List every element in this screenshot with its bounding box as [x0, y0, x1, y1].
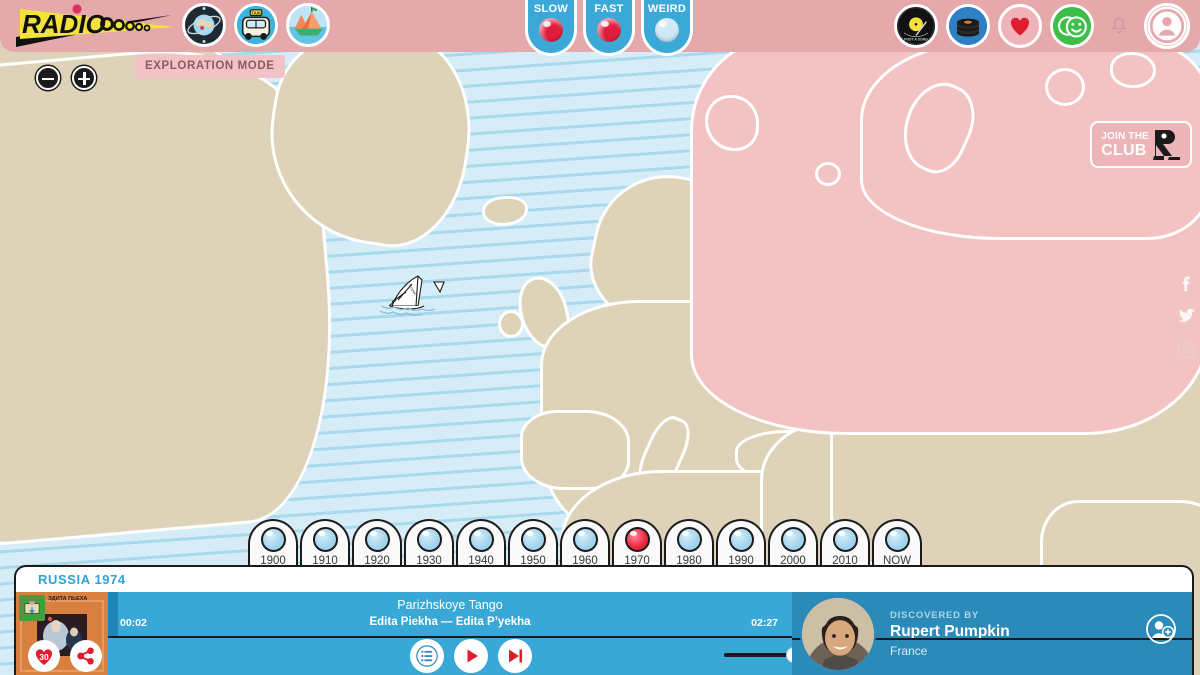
- join-the-club-button[interactable]: JOIN THE CLUB: [1090, 121, 1192, 168]
- like-button[interactable]: 30: [28, 640, 60, 672]
- landmass-svalbard: [705, 95, 759, 151]
- player-body: ЭДИТА ПЬЕХА Parizhskoye Tango Edita Piek…: [16, 592, 1192, 675]
- speed-tab-slow-light: [539, 18, 563, 42]
- records-stack-icon[interactable]: [946, 4, 990, 48]
- like-count: 30: [39, 652, 49, 662]
- nav-icon-group: TAXI: [182, 3, 330, 47]
- bell-icon[interactable]: [1102, 6, 1136, 46]
- speed-tab-fast-label: FAST: [594, 3, 624, 15]
- speed-tab-slow-label: SLOW: [533, 3, 569, 15]
- landmass-arctic-island-2: [1045, 68, 1085, 106]
- time-total: 02:27: [751, 617, 778, 629]
- landmass-arctic-island-1: [815, 162, 841, 186]
- track-artist: Edita Piekha — Edita P’yekha: [369, 616, 531, 628]
- landmass-iceland: [482, 196, 528, 226]
- timeline-dot: [728, 527, 754, 552]
- timeline-dot: [312, 527, 338, 552]
- social-rail: [1176, 272, 1196, 360]
- discovered-by-label: DISCOVERED BY: [890, 609, 980, 621]
- timeline-dot-active: [624, 527, 650, 552]
- discovered-by-panel: DISCOVERED BY Rupert Pumpkin France: [792, 592, 1192, 675]
- svg-text:ЭДИТА ПЬЕХА: ЭДИТА ПЬЕХА: [48, 596, 87, 602]
- add-friend-button[interactable]: [1146, 614, 1176, 644]
- zoom-in-icon[interactable]: [72, 66, 96, 90]
- join-club-line2: CLUB: [1101, 141, 1147, 159]
- user-avatar-icon[interactable]: [1144, 3, 1190, 49]
- top-bar-actions: POST A SONG: [894, 3, 1190, 49]
- facebook-icon[interactable]: [1176, 272, 1196, 292]
- taxi-icon[interactable]: TAXI: [234, 3, 278, 47]
- speed-tab-group: SLOW FAST WEIRD: [525, 0, 693, 56]
- svg-text:TAXI: TAXI: [251, 11, 260, 16]
- radio-logo[interactable]: RADIO: [14, 3, 174, 49]
- speed-tab-slow[interactable]: SLOW: [525, 0, 577, 56]
- like-share-group: 30: [28, 640, 102, 672]
- timeline-dot: [520, 527, 546, 552]
- heart-icon[interactable]: [998, 4, 1042, 48]
- discovered-by-text: DISCOVERED BY Rupert Pumpkin France: [890, 610, 1010, 658]
- speed-tab-weird-label: WEIRD: [647, 3, 687, 15]
- map-zoom-controls: [36, 66, 96, 90]
- timeline-dot: [676, 527, 702, 552]
- progress-bar[interactable]: Parizhskoye Tango Edita Piekha — Edita P…: [108, 592, 792, 638]
- time-elapsed: 00:02: [120, 617, 147, 629]
- join-club-line1: JOIN THE: [1101, 130, 1149, 142]
- timeline-dot: [260, 527, 286, 552]
- player-header: RUSSIA 1974: [16, 567, 1192, 592]
- play-button[interactable]: [454, 639, 488, 673]
- landmass-arctic-island-3: [1110, 52, 1156, 88]
- player-bar: RUSSIA 1974 ЭДИТА ПЬЕХА Parizhskoye Tang…: [14, 565, 1194, 675]
- instagram-icon[interactable]: [1176, 340, 1196, 360]
- timeline-dot: [416, 527, 442, 552]
- new-badge-icon: [19, 595, 45, 621]
- timeline-dot: [884, 527, 910, 552]
- post-a-song-icon[interactable]: POST A SONG: [894, 4, 938, 48]
- speed-tab-weird[interactable]: WEIRD: [641, 0, 693, 56]
- globe-icon[interactable]: [182, 3, 226, 47]
- friends-icon[interactable]: [1050, 4, 1094, 48]
- transport-group: [410, 639, 532, 673]
- discoverer-country: France: [890, 643, 928, 658]
- timeline-dot: [780, 527, 806, 552]
- next-button[interactable]: [498, 639, 532, 673]
- timeline-dot: [572, 527, 598, 552]
- zoom-out-icon[interactable]: [36, 66, 60, 90]
- island-icon[interactable]: [286, 3, 330, 47]
- discoverer-avatar[interactable]: [800, 595, 876, 672]
- volume-slider[interactable]: [724, 647, 802, 663]
- playlist-button[interactable]: [410, 639, 444, 673]
- player-controls: 30: [28, 638, 802, 675]
- exploration-mode-badge: EXPLORATION MODE: [135, 55, 285, 78]
- app-root: TITANIC RADIO TAXI SLOW FAST WEIRD POST …: [0, 0, 1200, 675]
- speed-tab-fast[interactable]: FAST: [583, 0, 635, 56]
- share-button[interactable]: [70, 640, 102, 672]
- player-center: Parizhskoye Tango Edita Piekha — Edita P…: [28, 592, 802, 675]
- track-title: Parizhskoye Tango: [397, 598, 503, 612]
- timeline-dot: [364, 527, 390, 552]
- top-bar: RADIO TAXI SLOW FAST WEIRD POST A SONG: [0, 0, 1200, 56]
- club-mascot-icon: [1153, 130, 1180, 160]
- post-a-song-label: POST A SONG: [904, 38, 928, 42]
- player-location-label: RUSSIA 1974: [38, 572, 126, 587]
- timeline-dot: [832, 527, 858, 552]
- sinking-ship-doodle: TITANIC: [379, 275, 445, 316]
- speed-tab-fast-light: [597, 18, 621, 42]
- logo-text: RADIO: [22, 9, 106, 39]
- timeline-dot: [468, 527, 494, 552]
- landmass-ireland: [498, 310, 524, 338]
- twitter-icon[interactable]: [1176, 306, 1196, 326]
- speed-tab-weird-light: [655, 18, 679, 42]
